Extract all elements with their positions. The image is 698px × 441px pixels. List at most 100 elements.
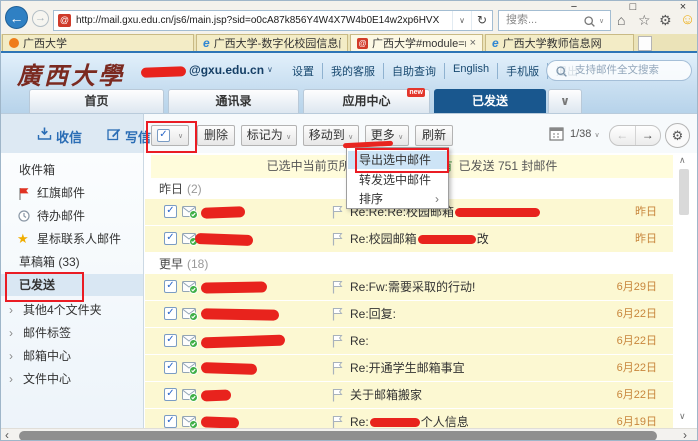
nav-tab-label: 应用中心 <box>342 94 390 108</box>
flag-icon[interactable] <box>332 334 343 348</box>
mail-search-input[interactable] <box>573 63 689 77</box>
nav-tab-more-caret[interactable]: ∨ <box>548 89 582 113</box>
next-page-button[interactable]: → <box>636 126 661 145</box>
autocomplete-dropdown-icon[interactable]: ∨ <box>452 11 471 30</box>
url-text[interactable]: http://mail.gxu.edu.cn/js6/main.jsp?sid=… <box>76 11 448 30</box>
row-checkbox[interactable]: ✓ <box>164 280 177 293</box>
flag-icon[interactable] <box>332 415 343 429</box>
mail-row[interactable]: ✓ 关于邮箱搬家 6月22日 <box>145 382 673 408</box>
nav-tab-home[interactable]: 首页 <box>29 89 164 113</box>
sidebar-item-mailbox-center[interactable]: ›邮箱中心 <box>1 345 143 367</box>
sidebar-item-sent-selected[interactable]: 已发送 <box>1 274 143 296</box>
mail-row[interactable]: ✓ Re:回复: 6月22日 <box>145 301 673 327</box>
select-all-checkbox[interactable]: ✓ <box>157 129 170 142</box>
nav-tab-appcenter[interactable]: 应用中心 new <box>303 89 430 113</box>
flag-icon[interactable] <box>332 280 343 294</box>
sidebar-item-drafts[interactable]: 草稿箱 (33) <box>1 251 143 273</box>
list-settings-gear-icon[interactable]: ⚙ <box>665 123 690 148</box>
link-settings[interactable]: 设置 <box>284 63 322 79</box>
calendar-icon[interactable] <box>549 126 564 141</box>
browser-tab-teacher-info[interactable]: e 广西大学教师信息网 <box>485 34 634 51</box>
sidebar-item-file-center[interactable]: ›文件中心 <box>1 368 143 390</box>
sidebar-item-other-folders[interactable]: ›其他4个文件夹 <box>1 299 143 321</box>
row-checkbox[interactable]: ✓ <box>164 307 177 320</box>
flag-icon[interactable] <box>332 205 343 219</box>
flag-icon[interactable] <box>332 307 343 321</box>
sidebar-item-flagged[interactable]: 红旗邮件 <box>1 182 143 204</box>
browser-tab-gxu[interactable]: 广西大学 <box>2 34 194 51</box>
scroll-down-icon[interactable]: ∨ <box>679 411 686 422</box>
page-indicator[interactable]: 1/38 ∨ <box>570 128 600 140</box>
receive-mail-button[interactable]: 收信 <box>56 127 82 146</box>
back-button[interactable]: ← <box>5 6 28 29</box>
mail-subject[interactable]: Re: <box>350 328 369 354</box>
sidebar-item-inbox[interactable]: 收件箱 <box>1 159 143 181</box>
browser-search-box[interactable]: ∨ <box>498 10 611 31</box>
forward-button[interactable]: → <box>32 10 49 27</box>
browser-tab-portal[interactable]: e 广西大学-数字化校园信息门户 <box>196 34 348 51</box>
vertical-scroll-thumb[interactable] <box>679 169 689 215</box>
favorites-star-icon[interactable]: ☆ <box>638 12 651 29</box>
browser-tab-mailbox-active[interactable]: @ 广西大学#module=mbox.... × <box>350 34 483 51</box>
row-checkbox[interactable]: ✓ <box>164 361 177 374</box>
nav-tab-sent-active[interactable]: 已发送 <box>434 89 546 113</box>
mail-subject[interactable]: Re:Fw:需要采取的行动! <box>350 274 475 300</box>
mail-subject[interactable]: Re:校园邮箱改 <box>350 226 489 252</box>
flag-icon[interactable] <box>332 388 343 402</box>
horizontal-scroll-thumb[interactable] <box>19 431 657 441</box>
menu-item-forward-selected[interactable]: 转发选中邮件 <box>348 171 447 189</box>
red-flag-icon <box>18 187 30 200</box>
more-dropdown-menu: 导出选中邮件 转发选中邮件 排序 › <box>346 147 449 209</box>
mail-row[interactable]: ✓ Re:校园邮箱改 昨日 <box>145 226 673 252</box>
new-tab-button[interactable] <box>638 36 652 51</box>
row-checkbox[interactable]: ✓ <box>164 232 177 245</box>
flag-icon[interactable] <box>332 232 343 246</box>
settings-gear-icon[interactable]: ⚙ <box>659 12 672 29</box>
previous-page-button[interactable]: ← <box>610 126 636 145</box>
account-caret-icon[interactable]: ∨ <box>267 65 273 74</box>
link-selfquery[interactable]: 自助查询 <box>383 63 444 79</box>
link-mobile[interactable]: 手机版 <box>497 63 547 79</box>
mail-row[interactable]: ✓ Re:开通学生邮箱事宜 6月22日 <box>145 355 673 381</box>
scroll-up-icon[interactable]: ∧ <box>679 155 686 166</box>
subject-text: Re:Fw:需要采取的行动! <box>350 280 475 294</box>
compose-button[interactable]: 写信 <box>125 127 151 146</box>
menu-item-export-selected[interactable]: 导出选中邮件 <box>348 151 447 169</box>
mail-subject[interactable]: Re:开通学生邮箱事宜 <box>350 355 465 381</box>
university-logo: 廣西大學 <box>17 56 125 91</box>
row-checkbox[interactable]: ✓ <box>164 415 177 428</box>
delete-button[interactable]: 删除 <box>197 125 235 146</box>
account-address[interactable]: @gxu.edu.cn <box>189 63 264 77</box>
mail-subject[interactable]: Re:回复: <box>350 301 396 327</box>
select-all-dropdown[interactable]: ✓ ∨ <box>151 125 189 146</box>
sidebar-item-starred-contacts[interactable]: ★ 星标联系人邮件 <box>1 228 143 250</box>
refresh-button[interactable]: 刷新 <box>415 125 453 146</box>
search-options-caret-icon[interactable]: ∨ <box>599 17 604 25</box>
sidebar-item-mail-tags[interactable]: ›邮件标签 <box>1 322 143 344</box>
mail-row[interactable]: ✓ Re: 6月22日 <box>145 328 673 354</box>
row-checkbox[interactable]: ✓ <box>164 205 177 218</box>
link-english[interactable]: English <box>444 63 497 79</box>
nav-tab-contacts[interactable]: 通讯录 <box>168 89 299 113</box>
mark-as-button[interactable]: 标记为 ∨ <box>241 125 297 146</box>
row-checkbox[interactable]: ✓ <box>164 334 177 347</box>
refresh-icon[interactable]: ↻ <box>471 11 492 30</box>
search-icon[interactable] <box>583 15 596 28</box>
sidebar-item-todo[interactable]: 待办邮件 <box>1 205 143 227</box>
mail-search-box[interactable] <box>546 60 692 81</box>
browser-search-input[interactable] <box>504 13 576 27</box>
flag-icon[interactable] <box>332 361 343 375</box>
link-service[interactable]: 我的客服 <box>322 63 383 79</box>
mail-subject[interactable]: 关于邮箱搬家 <box>350 382 422 408</box>
home-icon[interactable]: ⌂ <box>617 12 625 28</box>
feedback-smiley-icon[interactable]: ☺ <box>680 11 695 28</box>
subject-text: Re:开通学生邮箱事宜 <box>350 361 465 375</box>
page-navigator: ← → <box>609 125 661 146</box>
mail-row[interactable]: ✓ Re:Fw:需要采取的行动! 6月29日 <box>145 274 673 300</box>
scroll-left-icon[interactable]: ‹ <box>5 429 9 441</box>
address-bar[interactable]: @ http://mail.gxu.edu.cn/js6/main.jsp?si… <box>53 10 493 31</box>
tab-close-icon[interactable]: × <box>470 37 476 49</box>
scroll-right-icon[interactable]: › <box>683 429 687 441</box>
row-checkbox[interactable]: ✓ <box>164 388 177 401</box>
menu-item-sort[interactable]: 排序 › <box>348 190 447 208</box>
